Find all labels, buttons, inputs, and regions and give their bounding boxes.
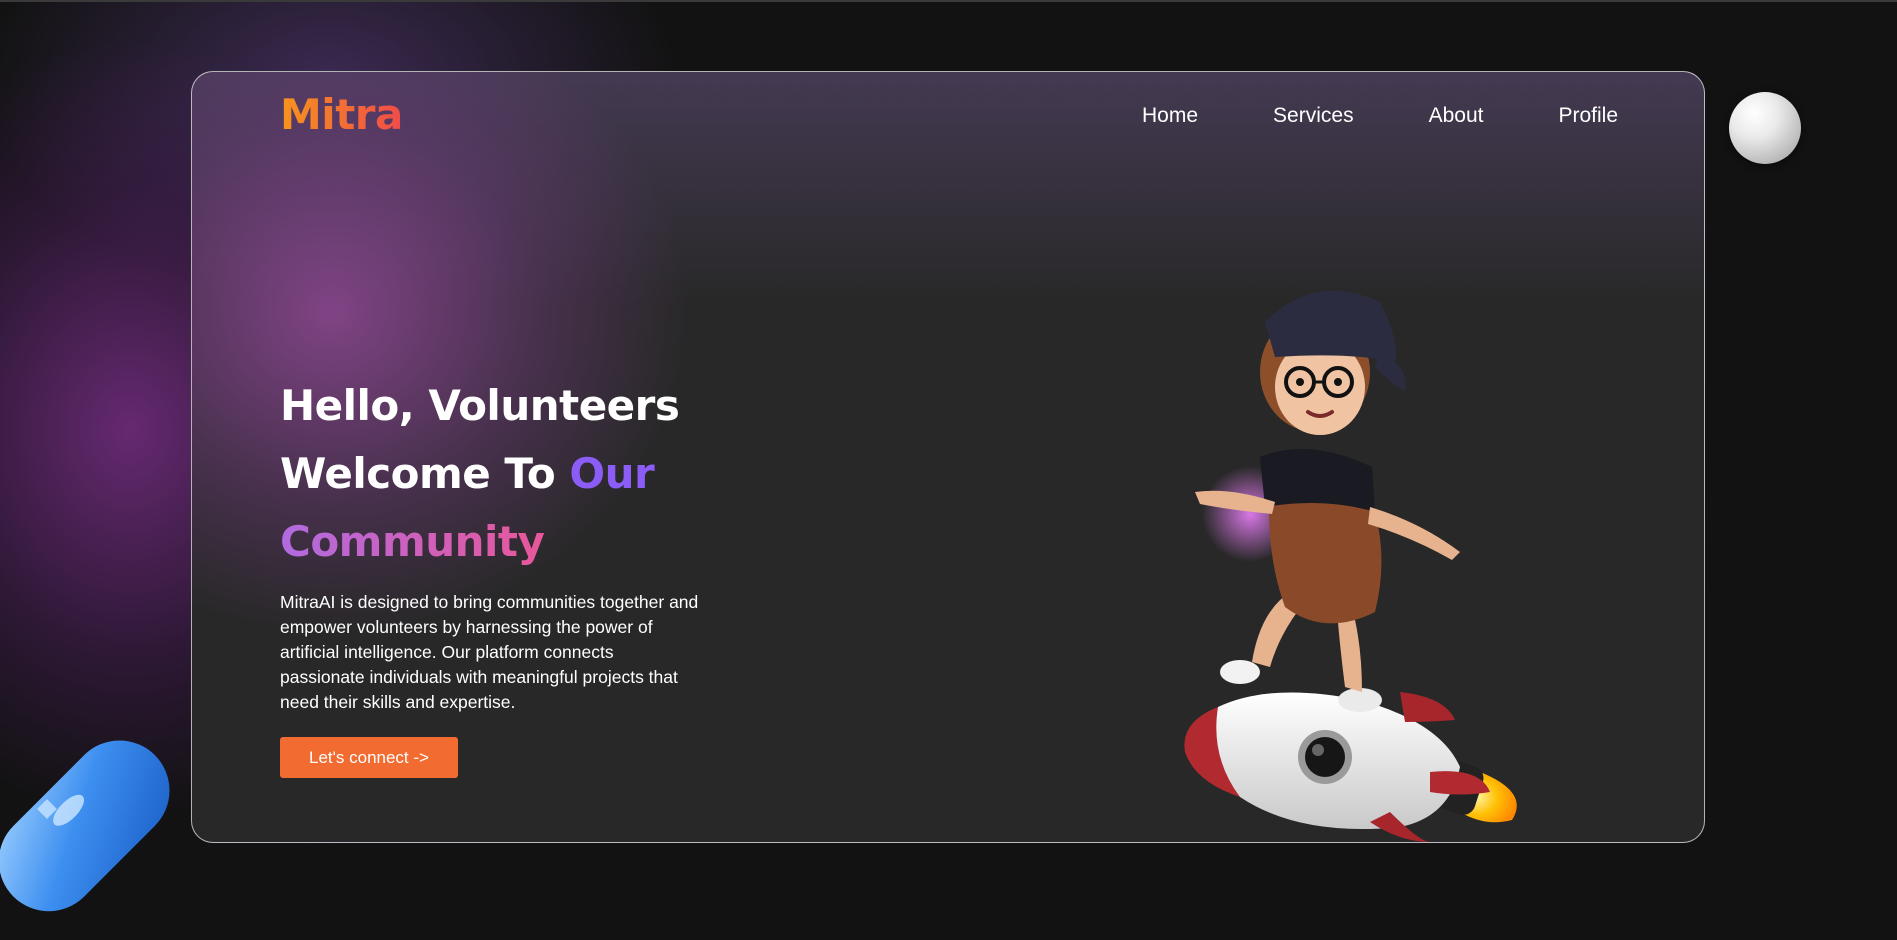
- blue-capsule-decoration: [0, 740, 170, 912]
- hero-card: Mitra Home Services About Profile Hello,…: [191, 71, 1705, 843]
- nav-profile[interactable]: Profile: [1558, 104, 1618, 128]
- headline-accent-our: Our: [569, 449, 655, 498]
- headline-accent-community: Community: [280, 517, 545, 566]
- logo[interactable]: Mitra: [280, 90, 403, 139]
- headline-line-2: Welcome To: [280, 449, 570, 498]
- girl-on-rocket-illustration: [1184, 290, 1517, 842]
- lets-connect-button[interactable]: Let's connect ->: [280, 737, 458, 778]
- top-divider: [0, 0, 1897, 2]
- hero-content: Hello, Volunteers Welcome To Our Communi…: [280, 372, 740, 733]
- main-nav: Home Services About Profile: [1067, 104, 1618, 128]
- nav-services[interactable]: Services: [1273, 104, 1354, 128]
- nav-about[interactable]: About: [1429, 104, 1484, 128]
- white-sphere-decoration: [1729, 92, 1801, 164]
- hero-headline: Hello, Volunteers Welcome To Our Communi…: [280, 372, 740, 576]
- hero-description: MitraAI is designed to bring communities…: [280, 592, 699, 712]
- headline-line-1: Hello, Volunteers: [280, 381, 680, 430]
- nav-home[interactable]: Home: [1142, 104, 1198, 128]
